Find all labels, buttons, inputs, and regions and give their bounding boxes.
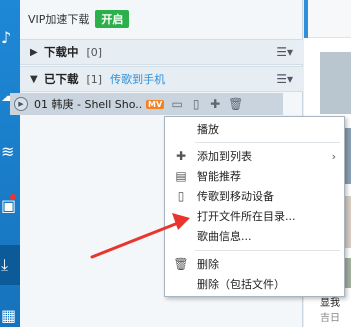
- context-menu: 播放 ✚ 添加到列表 › ▤ 智能推荐 ▯ 传歌到移动设备 打开文件所在目录..…: [164, 116, 345, 297]
- thumbnail-1[interactable]: [320, 52, 351, 114]
- song-title: 01 韩庚 - Shell Sho...: [34, 98, 142, 111]
- mv-badge[interactable]: MV: [146, 99, 165, 109]
- trash-icon[interactable]: 🗑: [228, 97, 243, 111]
- menu-item-label: 打开文件所在目录...: [197, 210, 296, 223]
- apps-icon[interactable]: ▦: [0, 300, 20, 327]
- download-icon[interactable]: ⤓: [0, 245, 20, 285]
- left-sidebar: ♪ ☁ ≋ ▣ ⤓ ▦: [0, 0, 20, 327]
- play-icon[interactable]: ▶: [14, 97, 28, 111]
- menu-item-smart-recommend[interactable]: ▤ 智能推荐: [165, 166, 344, 186]
- chevron-right-icon[interactable]: ▶: [30, 47, 44, 58]
- menu-item-label: 删除（包括文件）: [197, 278, 285, 291]
- menu-item-label: 歌曲信息...: [197, 230, 252, 243]
- right-panel-header: [304, 0, 351, 38]
- phone-icon: ▯: [177, 189, 185, 203]
- send-to-phone-link[interactable]: 传歌到手机: [110, 71, 165, 87]
- vip-label: VIP加速下载: [28, 13, 90, 26]
- menu-item-delete-with-file[interactable]: 删除（包括文件）: [165, 274, 344, 294]
- song-row[interactable]: ▶ 01 韩庚 - Shell Sho... MV ▭ ▯ ✚ 🗑: [10, 93, 283, 115]
- group-downloading-title: 下载中: [44, 45, 79, 59]
- right-accent-bar: [304, 0, 308, 38]
- menu-item-delete[interactable]: 🗑 删除: [165, 254, 344, 274]
- notification-dot: [10, 194, 16, 200]
- radio-icon[interactable]: ≋: [0, 136, 20, 166]
- menu-divider: [195, 250, 340, 251]
- group-downloading-count: [0]: [86, 45, 103, 59]
- recommend-icon: ▤: [175, 169, 187, 183]
- menu-item-label: 智能推荐: [197, 170, 241, 183]
- menu-item-play[interactable]: 播放: [165, 119, 344, 139]
- group-downloaded-count: [1]: [86, 72, 103, 86]
- chevron-right-icon: ›: [331, 149, 336, 163]
- plus-icon[interactable]: ✚: [209, 97, 221, 111]
- group-downloaded-title: 已下载: [44, 72, 79, 86]
- list-menu-icon[interactable]: ☰▾: [276, 45, 293, 59]
- menu-item-send-to-device[interactable]: ▯ 传歌到移动设备: [165, 186, 344, 206]
- app-window: ♪ ☁ ≋ ▣ ⤓ ▦ VIP加速下载 开启 ▶ 下载中 [0] ☰▾ ▼ 已下…: [0, 0, 351, 327]
- menu-item-song-info[interactable]: 歌曲信息...: [165, 226, 344, 246]
- phone-icon[interactable]: ▯: [190, 97, 202, 111]
- menu-item-label: 删除: [197, 258, 219, 271]
- menu-item-open-folder[interactable]: 打开文件所在目录...: [165, 206, 344, 226]
- chevron-down-icon[interactable]: ▼: [30, 74, 44, 85]
- folder-icon[interactable]: ▭: [171, 97, 183, 111]
- menu-item-add-to-list[interactable]: ✚ 添加到列表 ›: [165, 146, 344, 166]
- list-menu-icon[interactable]: ☰▾: [276, 72, 293, 86]
- menu-item-label: 添加到列表: [197, 150, 252, 163]
- group-downloaded[interactable]: ▼ 已下载 [1] 传歌到手机 ☰▾: [20, 66, 303, 92]
- plus-icon: ✚: [175, 149, 187, 163]
- menu-item-label: 传歌到移动设备: [197, 190, 274, 203]
- trash-icon: 🗑: [173, 257, 189, 271]
- right-panel-text-2: 吉日: [320, 313, 340, 324]
- device-icon[interactable]: ▣: [0, 190, 20, 220]
- menu-item-label: 播放: [197, 123, 219, 136]
- vip-bar: VIP加速下载 开启: [20, 9, 130, 29]
- vip-enable-button[interactable]: 开启: [95, 10, 130, 28]
- menu-divider: [195, 142, 340, 143]
- group-downloading[interactable]: ▶ 下载中 [0] ☰▾: [20, 39, 303, 65]
- music-note-icon[interactable]: ♪: [0, 22, 20, 52]
